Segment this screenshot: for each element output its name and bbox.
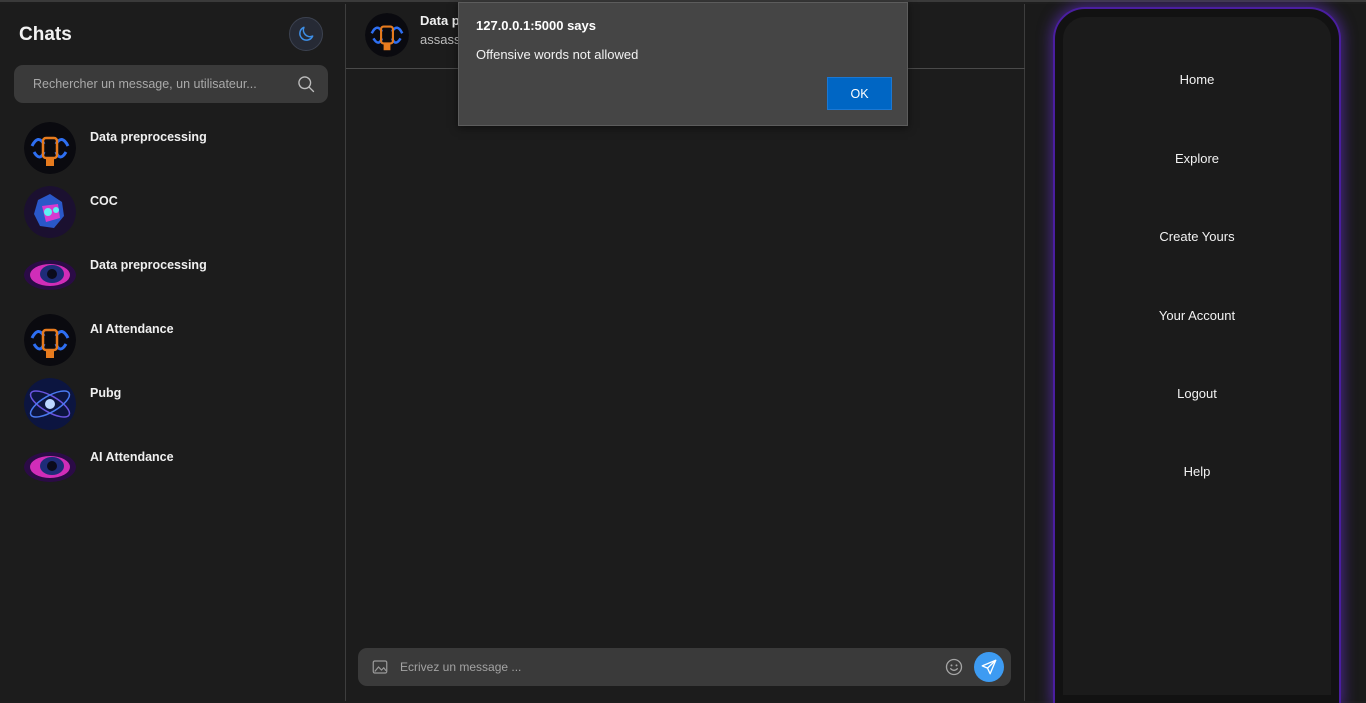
nav-logout[interactable]: Logout [1063, 386, 1331, 401]
nav-home[interactable]: Home [1063, 72, 1331, 87]
chat-list-item[interactable]: Data preprocessing [24, 250, 334, 304]
chat-list-item[interactable]: COC [24, 186, 334, 240]
robot-fist-avatar [365, 13, 409, 57]
chat-list-item[interactable]: Data preprocessing [24, 122, 334, 176]
chat-name: Pubg [90, 386, 122, 400]
nav-create-yours[interactable]: Create Yours [1063, 229, 1331, 244]
message-input[interactable] [394, 648, 934, 686]
chat-list-item[interactable]: AI Attendance [24, 314, 334, 368]
alert-message: Offensive words not allowed [476, 47, 639, 62]
chat-subtitle: assass [420, 32, 461, 47]
search-input[interactable] [14, 65, 284, 103]
alert-title: 127.0.0.1:5000 says [476, 18, 596, 33]
chat-title: Data p [420, 13, 460, 28]
chat-sidebar: Chats Data preprocessing COC Data prepro… [0, 4, 346, 701]
chat-name: COC [90, 194, 118, 208]
send-button[interactable] [974, 652, 1004, 682]
neon-eye-avatar [24, 452, 76, 482]
chat-name: AI Attendance [90, 322, 174, 336]
moon-icon [299, 26, 314, 41]
image-icon[interactable] [371, 658, 389, 676]
robot-fist-avatar [24, 314, 76, 366]
send-icon [981, 659, 997, 675]
neon-creature-avatar [24, 186, 76, 238]
navigation-panel: Home Explore Create Yours Your Account L… [1025, 4, 1366, 703]
phone-frame-menu: Home Explore Create Yours Your Account L… [1055, 9, 1339, 703]
sidebar-title: Chats [19, 24, 72, 45]
chat-name: Data preprocessing [90, 258, 207, 272]
robot-fist-avatar [24, 122, 76, 174]
nav-help[interactable]: Help [1063, 464, 1331, 479]
neon-eye-avatar [24, 260, 76, 290]
blue-star-avatar [24, 378, 76, 430]
message-composer [358, 648, 1011, 686]
search-box [14, 65, 328, 103]
chat-name: Data preprocessing [90, 130, 207, 144]
search-icon[interactable] [296, 74, 316, 94]
emoji-icon[interactable] [944, 657, 964, 677]
dark-mode-toggle[interactable] [289, 17, 323, 51]
ok-button[interactable]: OK [827, 77, 892, 110]
chat-list-item[interactable]: AI Attendance [24, 442, 334, 496]
chat-name: AI Attendance [90, 450, 174, 464]
app-window: Chats Data preprocessing COC Data prepro… [0, 0, 1366, 703]
nav-explore[interactable]: Explore [1063, 151, 1331, 166]
alert-dialog: 127.0.0.1:5000 says Offensive words not … [458, 2, 908, 126]
nav-your-account[interactable]: Your Account [1063, 308, 1331, 323]
chat-list-item[interactable]: Pubg [24, 378, 334, 432]
